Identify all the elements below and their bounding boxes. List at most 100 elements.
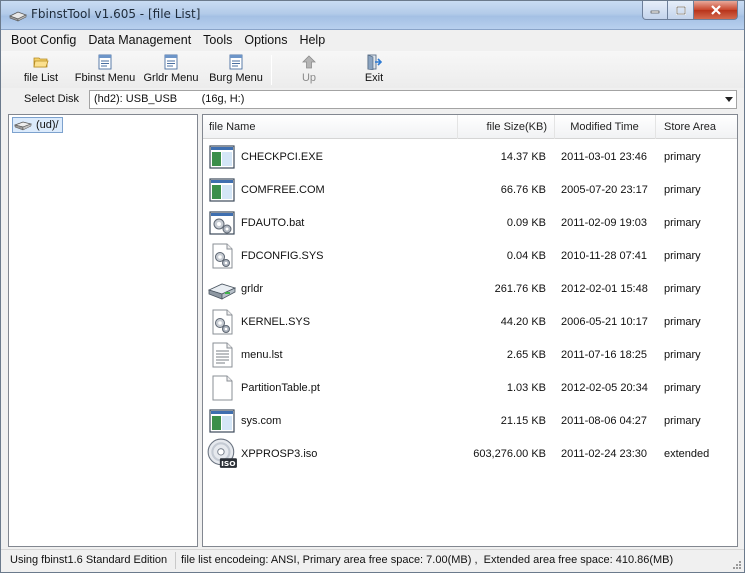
- column-header-area[interactable]: Store Area: [655, 115, 737, 139]
- up-label: Up: [301, 72, 317, 84]
- app-window: FbinstTool v1.605 - [file List] Boot Con…: [0, 0, 745, 573]
- menu-document-icon: [164, 54, 178, 70]
- file-row[interactable]: CHECKPCI.EXE 14.37 KB 2011-03-01 23:46 p…: [203, 141, 737, 174]
- burg-menu-button[interactable]: Burg Menu: [206, 54, 266, 86]
- fbinst-menu-button[interactable]: Fbinst Menu: [73, 54, 137, 86]
- file-list-pane[interactable]: file Name file Size(KB) Modified Time St…: [202, 114, 738, 547]
- folder-tree-pane[interactable]: (ud)/: [8, 114, 198, 547]
- resize-grip-icon[interactable]: [732, 560, 742, 570]
- system-file-gear-icon: [212, 243, 233, 269]
- select-disk-bar: Select Disk (hd2): USB_USB (16g, H:): [1, 89, 744, 111]
- drive-icon: [208, 283, 236, 300]
- file-modified: 2011-07-16 18:25: [561, 349, 648, 361]
- file-row[interactable]: FDCONFIG.SYS 0.04 KB 2010-11-28 07:41 pr…: [203, 240, 737, 273]
- file-list-button[interactable]: file List: [21, 54, 61, 86]
- file-area: primary: [664, 283, 701, 295]
- status-bar: Using fbinst1.6 Standard Edition file li…: [1, 549, 744, 572]
- menu-boot-config[interactable]: Boot Config: [5, 31, 82, 49]
- toolbar-separator: [271, 55, 272, 85]
- file-name: KERNEL.SYS: [241, 316, 311, 328]
- file-list-header: file Name file Size(KB) Modified Time St…: [203, 115, 737, 139]
- column-header-modified[interactable]: Modified Time: [554, 115, 654, 139]
- dropdown-arrow-icon[interactable]: [725, 97, 733, 102]
- file-name: CHECKPCI.EXE: [241, 151, 323, 163]
- exit-button[interactable]: Exit: [358, 54, 390, 86]
- file-name: FDCONFIG.SYS: [241, 250, 324, 262]
- blank-document-icon: [212, 375, 233, 401]
- file-name: menu.lst: [241, 349, 283, 361]
- maximize-button[interactable]: [668, 1, 694, 20]
- up-arrow-icon: [302, 55, 316, 69]
- fbinst-menu-label: Fbinst Menu: [74, 72, 136, 84]
- file-name: sys.com: [241, 415, 282, 427]
- menu-document-icon: [98, 54, 112, 70]
- file-size: 44.20 KB: [500, 316, 546, 328]
- iso-disc-icon: ISO: [207, 438, 237, 468]
- file-list-label: file List: [23, 72, 59, 84]
- column-header-size[interactable]: file Size(KB): [457, 115, 553, 139]
- menu-data-management[interactable]: Data Management: [82, 31, 197, 49]
- app-usb-drive-icon: [9, 11, 27, 22]
- exe-window-icon: [209, 178, 235, 202]
- grldr-menu-label: Grldr Menu: [143, 72, 199, 84]
- up-button[interactable]: Up: [293, 54, 325, 86]
- file-area: primary: [664, 349, 701, 361]
- file-row[interactable]: PartitionTable.pt 1.03 KB 2012-02-05 20:…: [203, 372, 737, 405]
- status-edition: Using fbinst1.6 Standard Edition: [10, 554, 168, 566]
- drive-icon: [14, 121, 32, 131]
- file-area: primary: [664, 316, 701, 328]
- text-document-icon: [212, 342, 233, 368]
- close-icon: [710, 5, 721, 15]
- disk-select-dropdown[interactable]: (hd2): USB_USB (16g, H:): [89, 90, 737, 109]
- file-row[interactable]: grldr 261.76 KB 2012-02-01 15:48 primary: [203, 273, 737, 306]
- tree-node-root[interactable]: (ud)/: [12, 117, 63, 133]
- file-name: COMFREE.COM: [241, 184, 325, 196]
- file-size: 261.76 KB: [494, 283, 546, 295]
- file-area: primary: [664, 250, 701, 262]
- file-row[interactable]: menu.lst 2.65 KB 2011-07-16 18:25 primar…: [203, 339, 737, 372]
- file-row[interactable]: COMFREE.COM 66.76 KB 2005-07-20 23:17 pr…: [203, 174, 737, 207]
- file-modified: 2006-05-21 10:17: [561, 316, 648, 328]
- select-disk-label: Select Disk: [24, 93, 80, 105]
- file-size: 0.09 KB: [506, 217, 546, 229]
- file-area: primary: [664, 382, 701, 394]
- maximize-icon: [675, 5, 686, 15]
- title-bar[interactable]: FbinstTool v1.605 - [file List]: [1, 1, 744, 30]
- file-modified: 2012-02-01 15:48: [561, 283, 648, 295]
- system-file-gear-icon: [212, 309, 233, 335]
- window-title: FbinstTool v1.605 - [file List]: [31, 7, 201, 21]
- menu-bar: Boot Config Data Management Tools Option…: [1, 30, 744, 50]
- close-button[interactable]: [694, 1, 738, 20]
- toolbar: file List Fbinst Menu Grldr Menu Burg Me…: [1, 51, 744, 88]
- file-size: 1.03 KB: [506, 382, 546, 394]
- file-row[interactable]: ISO XPPROSP3.iso 603,276.00 KB 2011-02-2…: [203, 438, 737, 471]
- file-modified: 2005-07-20 23:17: [561, 184, 648, 196]
- grldr-menu-button[interactable]: Grldr Menu: [141, 54, 201, 86]
- file-area: extended: [664, 448, 710, 460]
- folder-icon: [33, 57, 49, 68]
- batch-gear-icon: [209, 211, 235, 235]
- menu-help[interactable]: Help: [293, 31, 331, 49]
- file-area: primary: [664, 184, 701, 196]
- column-header-name[interactable]: file Name: [209, 115, 255, 139]
- file-modified: 2011-08-06 04:27: [561, 415, 648, 427]
- file-row[interactable]: KERNEL.SYS 44.20 KB 2006-05-21 10:17 pri…: [203, 306, 737, 339]
- file-row[interactable]: sys.com 21.15 KB 2011-08-06 04:27 primar…: [203, 405, 737, 438]
- file-size: 66.76 KB: [500, 184, 546, 196]
- file-size: 2.65 KB: [506, 349, 546, 361]
- minimize-button[interactable]: [642, 1, 668, 20]
- exe-window-icon: [209, 409, 235, 433]
- exit-door-icon: [367, 54, 382, 70]
- menu-options[interactable]: Options: [238, 31, 293, 49]
- file-row[interactable]: FDAUTO.bat 0.09 KB 2011-02-09 19:03 prim…: [203, 207, 737, 240]
- tree-node-label: (ud)/: [36, 119, 59, 131]
- file-name: grldr: [241, 283, 264, 295]
- file-area: primary: [664, 415, 701, 427]
- file-area: primary: [664, 217, 701, 229]
- menu-tools[interactable]: Tools: [197, 31, 238, 49]
- file-modified: 2012-02-05 20:34: [561, 382, 648, 394]
- status-info: file list encodeing: ANSI, Primary area …: [181, 554, 674, 566]
- file-name: XPPROSP3.iso: [241, 448, 318, 460]
- minimize-icon: [650, 10, 660, 14]
- disk-select-value: (hd2): USB_USB (16g, H:): [94, 93, 245, 105]
